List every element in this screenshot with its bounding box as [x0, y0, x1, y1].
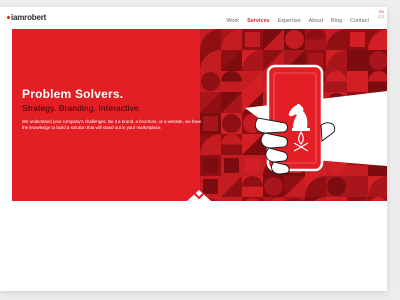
website-frame: iamrobert Work Services Expertise About … — [0, 7, 387, 291]
hero-description: We understand your company's challenges.… — [22, 119, 202, 130]
language-switcher: EN 中文 — [378, 10, 385, 19]
logo-text: iamrobert — [11, 13, 47, 22]
nav-item-blog[interactable]: Blog — [327, 17, 346, 25]
hand-holding-phone-illustration — [245, 64, 387, 175]
hero-section: Problem Solvers. Strategy. Branding. Int… — [12, 29, 387, 201]
hero-tagline: Strategy. Branding. Interactive. — [22, 103, 142, 113]
logo-dot-icon — [7, 16, 10, 19]
nav-item-expertise[interactable]: Expertise — [274, 17, 305, 25]
logo[interactable]: iamrobert — [7, 13, 46, 22]
nav-item-services[interactable]: Services — [243, 17, 274, 25]
nav-item-contact[interactable]: Contact — [346, 17, 373, 25]
main-nav: Work Services Expertise About Blog Conta… — [222, 17, 373, 25]
language-en[interactable]: EN — [379, 10, 384, 14]
hero-title: Problem Solvers. — [22, 87, 124, 101]
page-background: iamrobert Work Services Expertise About … — [0, 0, 400, 300]
site-header: iamrobert Work Services Expertise About … — [0, 7, 387, 29]
language-zh[interactable]: 中文 — [378, 15, 385, 19]
nav-item-about[interactable]: About — [305, 17, 327, 25]
scroll-down-button[interactable] — [184, 187, 214, 207]
nav-item-work[interactable]: Work — [222, 17, 243, 25]
